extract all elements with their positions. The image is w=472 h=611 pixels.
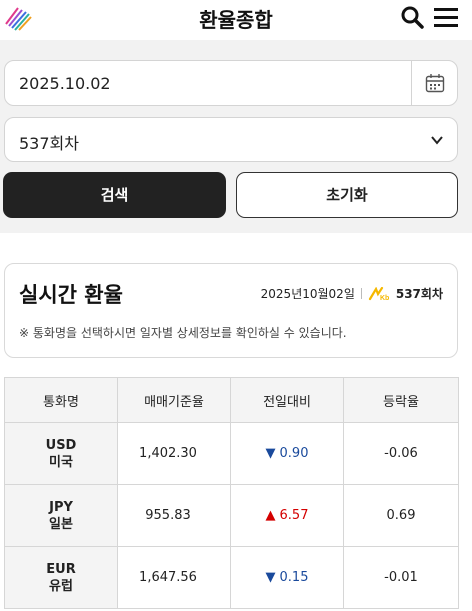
column-header-change-rate: 등락율 xyxy=(343,377,459,423)
hamburger-menu-icon[interactable] xyxy=(432,5,460,31)
base-rate-cell: 955.83 xyxy=(117,484,231,547)
realtime-note: ※ 통화명을 선택하시면 일자별 상세정보를 확인하실 수 있습니다. xyxy=(19,326,347,340)
table-header-row: 통화명 매매기준율 전일대비 등락율 xyxy=(4,377,459,423)
change-value: 0.90 xyxy=(279,446,309,461)
exchange-rate-table: 통화명 매매기준율 전일대비 등락율 USD 미국 1,402.30 ▼ 0.90 … xyxy=(4,377,459,609)
currency-cell[interactable]: JPY 일본 xyxy=(4,484,118,547)
down-triangle-icon: ▼ xyxy=(265,570,276,585)
calendar-button[interactable] xyxy=(411,61,457,105)
table-row[interactable]: EUR 유럽 1,647.56 ▼ 0.15 -0.01 xyxy=(4,546,459,609)
realtime-title: 실시간 환율 xyxy=(19,283,123,307)
change-cell: ▼ 0.90 xyxy=(230,422,344,485)
currency-country: 일본 xyxy=(49,516,73,532)
currency-code: JPY xyxy=(49,499,73,515)
currency-country: 유럽 xyxy=(49,578,73,594)
base-rate-cell: 1,402.30 xyxy=(117,422,231,485)
column-header-base-rate: 매매기준율 xyxy=(117,377,231,423)
date-field[interactable]: 2025.10.02 xyxy=(4,60,458,106)
realtime-rate-card: 실시간 환율 2025년10월02일 Kb 537회차 ※ 통화명을 선택하시면… xyxy=(4,263,458,358)
change-rate-cell: -0.06 xyxy=(343,422,459,485)
kb-logo-icon: Kb xyxy=(368,286,390,302)
round-select[interactable]: 537회차 xyxy=(4,117,458,162)
column-header-currency: 통화명 xyxy=(4,377,118,423)
realtime-meta: 2025년10월02일 Kb 537회차 xyxy=(261,285,443,302)
currency-code: EUR xyxy=(46,561,76,577)
base-rate-cell: 1,647.56 xyxy=(117,546,231,609)
calendar-icon xyxy=(425,74,445,93)
chevron-down-icon xyxy=(429,132,445,152)
svg-text:Kb: Kb xyxy=(380,295,389,301)
down-triangle-icon: ▼ xyxy=(265,446,276,461)
search-icon[interactable] xyxy=(400,5,426,31)
reset-button[interactable]: 초기화 xyxy=(236,172,458,218)
currency-cell[interactable]: USD 미국 xyxy=(4,422,118,485)
divider xyxy=(360,288,362,299)
change-cell: ▲ 6.57 xyxy=(230,484,344,547)
change-rate-cell: 0.69 xyxy=(343,484,459,547)
realtime-date: 2025년10월02일 xyxy=(260,287,355,301)
app-header: 환율종합 xyxy=(0,0,472,40)
change-value: 0.15 xyxy=(279,570,309,585)
realtime-round: 537회차 xyxy=(395,287,443,301)
column-header-change: 전일대비 xyxy=(230,377,344,423)
change-value: 6.57 xyxy=(279,508,309,523)
date-value[interactable]: 2025.10.02 xyxy=(19,74,111,93)
currency-cell[interactable]: EUR 유럽 xyxy=(4,546,118,609)
currency-country: 미국 xyxy=(49,454,73,470)
change-rate-cell: -0.01 xyxy=(343,546,459,609)
change-cell: ▼ 0.15 xyxy=(230,546,344,609)
up-triangle-icon: ▲ xyxy=(265,508,276,523)
table-row[interactable]: USD 미국 1,402.30 ▼ 0.90 -0.06 xyxy=(4,422,459,485)
search-button[interactable]: 검색 xyxy=(3,172,226,218)
currency-code: USD xyxy=(45,437,77,453)
round-select-value: 537회차 xyxy=(19,134,79,153)
table-row[interactable]: JPY 일본 955.83 ▲ 6.57 0.69 xyxy=(4,484,459,547)
search-filter-panel: 2025.10.02 537회차 검색 초기화 xyxy=(0,40,472,233)
